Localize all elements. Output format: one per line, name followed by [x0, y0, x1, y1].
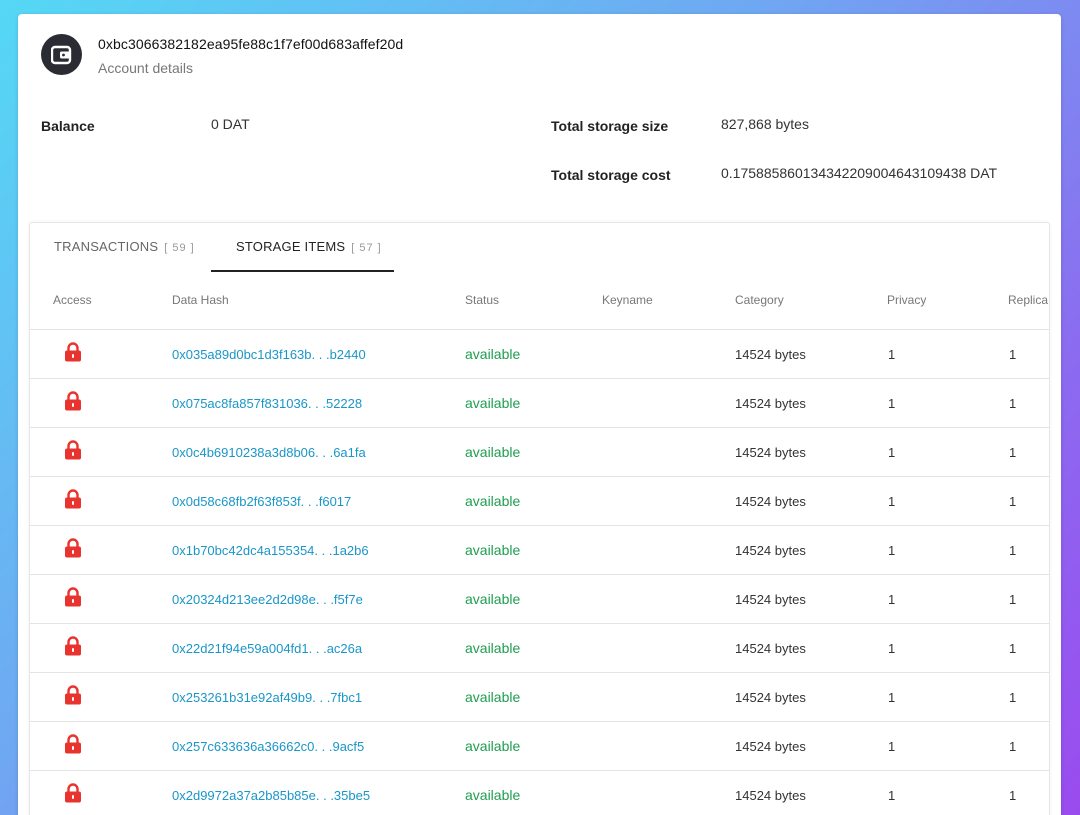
privacy-value: 1 [888, 592, 896, 607]
table-row[interactable]: 0x257c633636a36662c0. . .9acf5 available 1… [30, 722, 1049, 771]
data-hash-link[interactable]: 0x0c4b6910238a3d8b06. . .6a1fa [172, 445, 366, 460]
table-row[interactable]: 0x253261b31e92af49b9. . .7fbc1 available 1… [30, 673, 1049, 722]
column-header-privacy[interactable]: Privacy [887, 293, 926, 307]
table-row[interactable]: 0x1b70bc42dc4a155354. . .1a2b6 available 1… [30, 526, 1049, 575]
replica-value: 1 [1009, 739, 1017, 754]
lock-icon [65, 342, 81, 362]
column-header-category[interactable]: Category [735, 293, 784, 307]
storage-cost-value: 0.175885860134342209004643109438 DAT [721, 165, 998, 181]
tab-transactions-label: TRANSACTIONS [54, 239, 159, 254]
account-avatar [41, 34, 82, 75]
replica-value: 1 [1009, 690, 1017, 705]
lock-icon [65, 685, 81, 705]
category-text: 14524 bytes [735, 788, 806, 803]
privacy-value: 1 [888, 396, 896, 411]
data-hash-link[interactable]: 0x257c633636a36662c0. . .9acf5 [172, 739, 364, 754]
data-hash-link[interactable]: 0x253261b31e92af49b9. . .7fbc1 [172, 690, 362, 705]
replica-value: 1 [1009, 641, 1017, 656]
category-text: 14524 bytes [735, 739, 806, 754]
lock-icon [65, 734, 81, 754]
privacy-value: 1 [888, 543, 896, 558]
lock-icon [65, 489, 81, 509]
category-text: 14524 bytes [735, 445, 806, 460]
data-hash-link[interactable]: 0x0d58c68fb2f63f853f. . .f6017 [172, 494, 351, 509]
status-text: available [465, 787, 521, 803]
data-hash-link[interactable]: 0x20324d213ee2d2d98e. . .f5f7e [172, 592, 363, 607]
data-hash-link[interactable]: 0x075ac8fa857f831036. . .52228 [172, 396, 362, 411]
privacy-value: 1 [888, 494, 896, 509]
storage-size-value: 827,868 bytes [721, 116, 809, 132]
lock-icon [65, 391, 81, 411]
lock-icon [65, 587, 81, 607]
tab-storage-items-count: [ 57 ] [351, 242, 382, 254]
status-text: available [465, 640, 521, 656]
category-text: 14524 bytes [735, 396, 806, 411]
balance-label: Balance [41, 118, 95, 134]
data-hash-link[interactable]: 0x22d21f94e59a004fd1. . .ac26a [172, 641, 362, 656]
account-address: 0xbc3066382182ea95fe88c1f7ef00d683affef2… [98, 36, 404, 52]
category-text: 14524 bytes [735, 347, 806, 362]
table-row[interactable]: 0x2d9972a37a2b85b85e. . .35be5 available 1… [30, 771, 1049, 815]
replica-value: 1 [1009, 445, 1017, 460]
replica-value: 1 [1009, 788, 1017, 803]
balance-value: 0 DAT [211, 116, 250, 132]
data-hash-link[interactable]: 0x035a89d0bc1d3f163b. . .b2440 [172, 347, 366, 362]
active-tab-indicator [211, 270, 394, 272]
storage-panel: TRANSACTIONS [ 59 ] STORAGE ITEMS [ 57 ] A… [29, 222, 1050, 815]
column-header-access[interactable]: Access [53, 293, 92, 307]
table-row[interactable]: 0x22d21f94e59a004fd1. . .ac26a available 1… [30, 624, 1049, 673]
status-text: available [465, 444, 521, 460]
privacy-value: 1 [888, 347, 896, 362]
account-subtitle: Account details [98, 60, 193, 76]
tab-storage-items-label: STORAGE ITEMS [236, 239, 346, 254]
column-header-keyname[interactable]: Keyname [602, 293, 653, 307]
table-row[interactable]: 0x0c4b6910238a3d8b06. . .6a1fa available 1… [30, 428, 1049, 477]
table-row[interactable]: 0x035a89d0bc1d3f163b. . .b2440 available 1… [30, 330, 1049, 379]
replica-value: 1 [1009, 347, 1017, 362]
status-text: available [465, 346, 521, 362]
table-row[interactable]: 0x0d58c68fb2f63f853f. . .f6017 available 1… [30, 477, 1049, 526]
privacy-value: 1 [888, 445, 896, 460]
category-text: 14524 bytes [735, 592, 806, 607]
account-card: 0xbc3066382182ea95fe88c1f7ef00d683affef2… [18, 14, 1061, 815]
lock-icon [65, 636, 81, 656]
status-text: available [465, 493, 521, 509]
category-text: 14524 bytes [735, 543, 806, 558]
column-header-replica[interactable]: Replica [1008, 293, 1048, 307]
tab-transactions[interactable]: TRANSACTIONS [ 59 ] [54, 239, 195, 254]
privacy-value: 1 [888, 788, 896, 803]
table-row[interactable]: 0x075ac8fa857f831036. . .52228 available 1… [30, 379, 1049, 428]
storage-cost-label: Total storage cost [551, 167, 671, 183]
replica-value: 1 [1009, 592, 1017, 607]
column-header-data-hash[interactable]: Data Hash [172, 293, 229, 307]
privacy-value: 1 [888, 690, 896, 705]
lock-icon [65, 440, 81, 460]
status-text: available [465, 689, 521, 705]
replica-value: 1 [1009, 396, 1017, 411]
tab-transactions-count: [ 59 ] [164, 242, 195, 254]
category-text: 14524 bytes [735, 641, 806, 656]
lock-icon [65, 538, 81, 558]
lock-icon [65, 783, 81, 803]
data-hash-link[interactable]: 0x2d9972a37a2b85b85e. . .35be5 [172, 788, 370, 803]
storage-items-table-body: 0x035a89d0bc1d3f163b. . .b2440 available 1… [30, 330, 1049, 815]
tab-storage-items[interactable]: STORAGE ITEMS [ 57 ] [236, 239, 382, 254]
status-text: available [465, 395, 521, 411]
privacy-value: 1 [888, 641, 896, 656]
wallet-icon [50, 45, 71, 64]
replica-value: 1 [1009, 543, 1017, 558]
column-header-status[interactable]: Status [465, 293, 499, 307]
category-text: 14524 bytes [735, 690, 806, 705]
status-text: available [465, 542, 521, 558]
data-hash-link[interactable]: 0x1b70bc42dc4a155354. . .1a2b6 [172, 543, 369, 558]
category-text: 14524 bytes [735, 494, 806, 509]
replica-value: 1 [1009, 494, 1017, 509]
privacy-value: 1 [888, 739, 896, 754]
storage-size-label: Total storage size [551, 118, 669, 134]
status-text: available [465, 591, 521, 607]
status-text: available [465, 738, 521, 754]
table-row[interactable]: 0x20324d213ee2d2d98e. . .f5f7e available 1… [30, 575, 1049, 624]
